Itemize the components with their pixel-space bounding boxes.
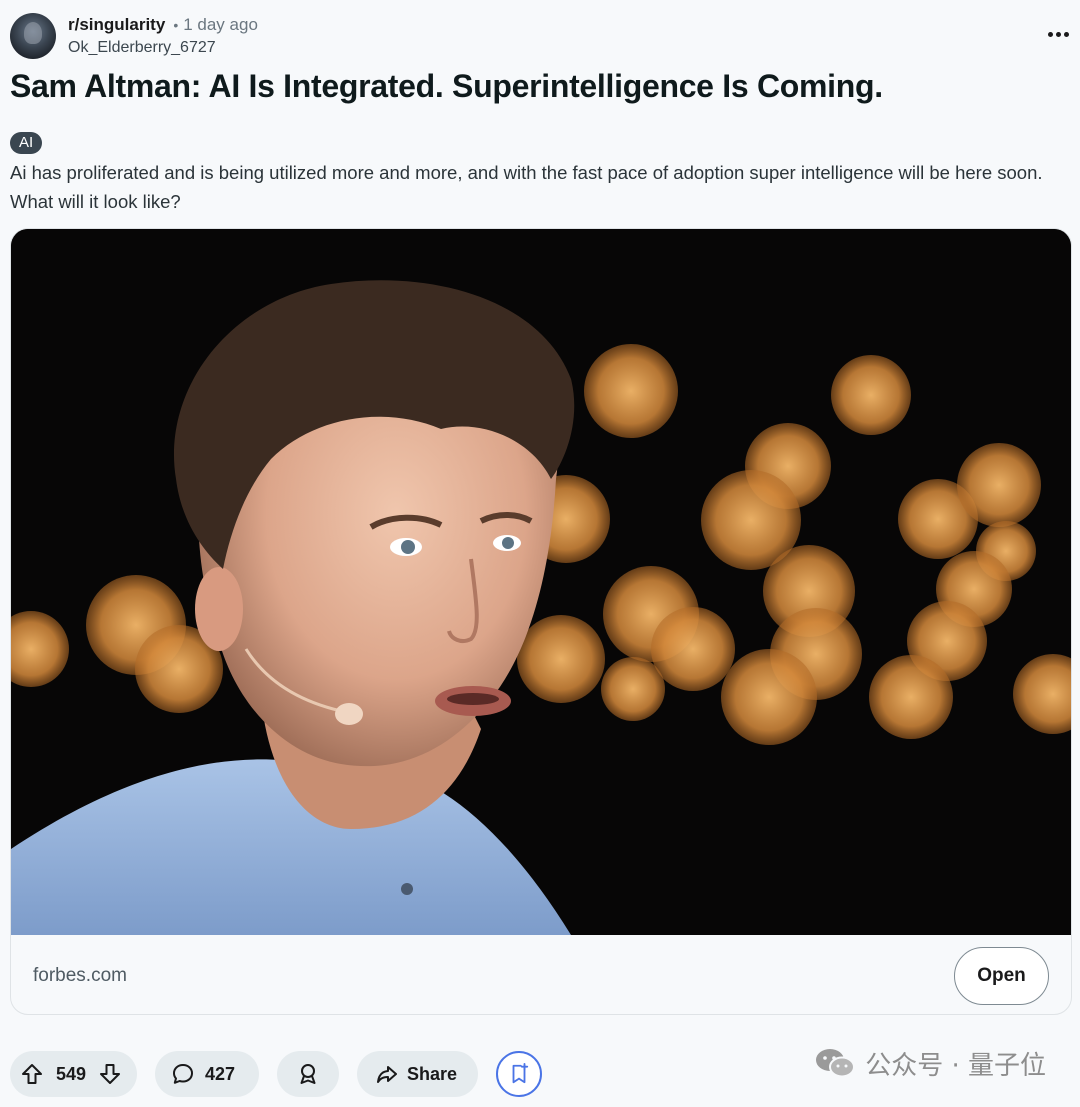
link-card-footer: forbes.com Open — [11, 935, 1071, 1014]
post-title[interactable]: Sam Altman: AI Is Integrated. Superintel… — [10, 66, 1070, 106]
author-link[interactable]: Ok_Elderberry_6727 — [68, 37, 258, 59]
post-timestamp: 1 day ago — [183, 14, 258, 34]
vote-count: 549 — [56, 1063, 87, 1084]
portrait-photo — [11, 229, 1071, 935]
subreddit-link[interactable]: r/singularity — [68, 14, 165, 36]
comments-button[interactable]: 427 — [155, 1051, 259, 1097]
post-action-bar: 549 427 Share — [10, 1051, 542, 1097]
watermark-text: 公众号 · 量子位 — [865, 1050, 1046, 1081]
more-options-button[interactable] — [1046, 22, 1070, 46]
award-ribbon-icon — [300, 1064, 316, 1084]
watermark: 公众号 · 量子位 — [815, 1046, 1046, 1081]
post-header: r/singularity • 1 day ago Ok_Elderberry_… — [10, 12, 1070, 60]
share-label: Share — [407, 1063, 458, 1084]
comment-count: 427 — [205, 1063, 236, 1084]
subreddit-avatar[interactable] — [10, 13, 56, 59]
link-domain[interactable]: forbes.com — [33, 965, 127, 987]
wechat-icon — [816, 1049, 856, 1078]
post-body: Ai has proliferated and is being utilize… — [10, 162, 1043, 212]
share-arrow-icon — [377, 1066, 397, 1083]
meta-separator: • — [173, 16, 179, 33]
arrow-down-icon — [100, 1064, 121, 1084]
link-preview-image[interactable] — [11, 229, 1071, 935]
downvote-button[interactable] — [98, 1062, 122, 1086]
link-preview-card[interactable]: forbes.com Open — [10, 228, 1072, 1015]
share-button[interactable]: Share — [357, 1051, 478, 1097]
more-horizontal-icon — [1047, 31, 1053, 37]
upvote-button[interactable] — [20, 1062, 44, 1086]
award-button[interactable] — [277, 1051, 339, 1097]
post-meta: r/singularity • 1 day ago Ok_Elderberry_… — [68, 14, 258, 59]
open-link-button[interactable]: Open — [954, 946, 1049, 1005]
meta-row: r/singularity • 1 day ago — [68, 14, 258, 36]
arrow-up-icon — [22, 1064, 42, 1084]
comment-bubble-icon — [173, 1064, 193, 1084]
bookmark-plus-icon — [512, 1063, 529, 1084]
post-flair[interactable]: AI — [10, 132, 43, 154]
vote-control: 549 — [10, 1051, 137, 1097]
save-button[interactable] — [496, 1051, 542, 1097]
